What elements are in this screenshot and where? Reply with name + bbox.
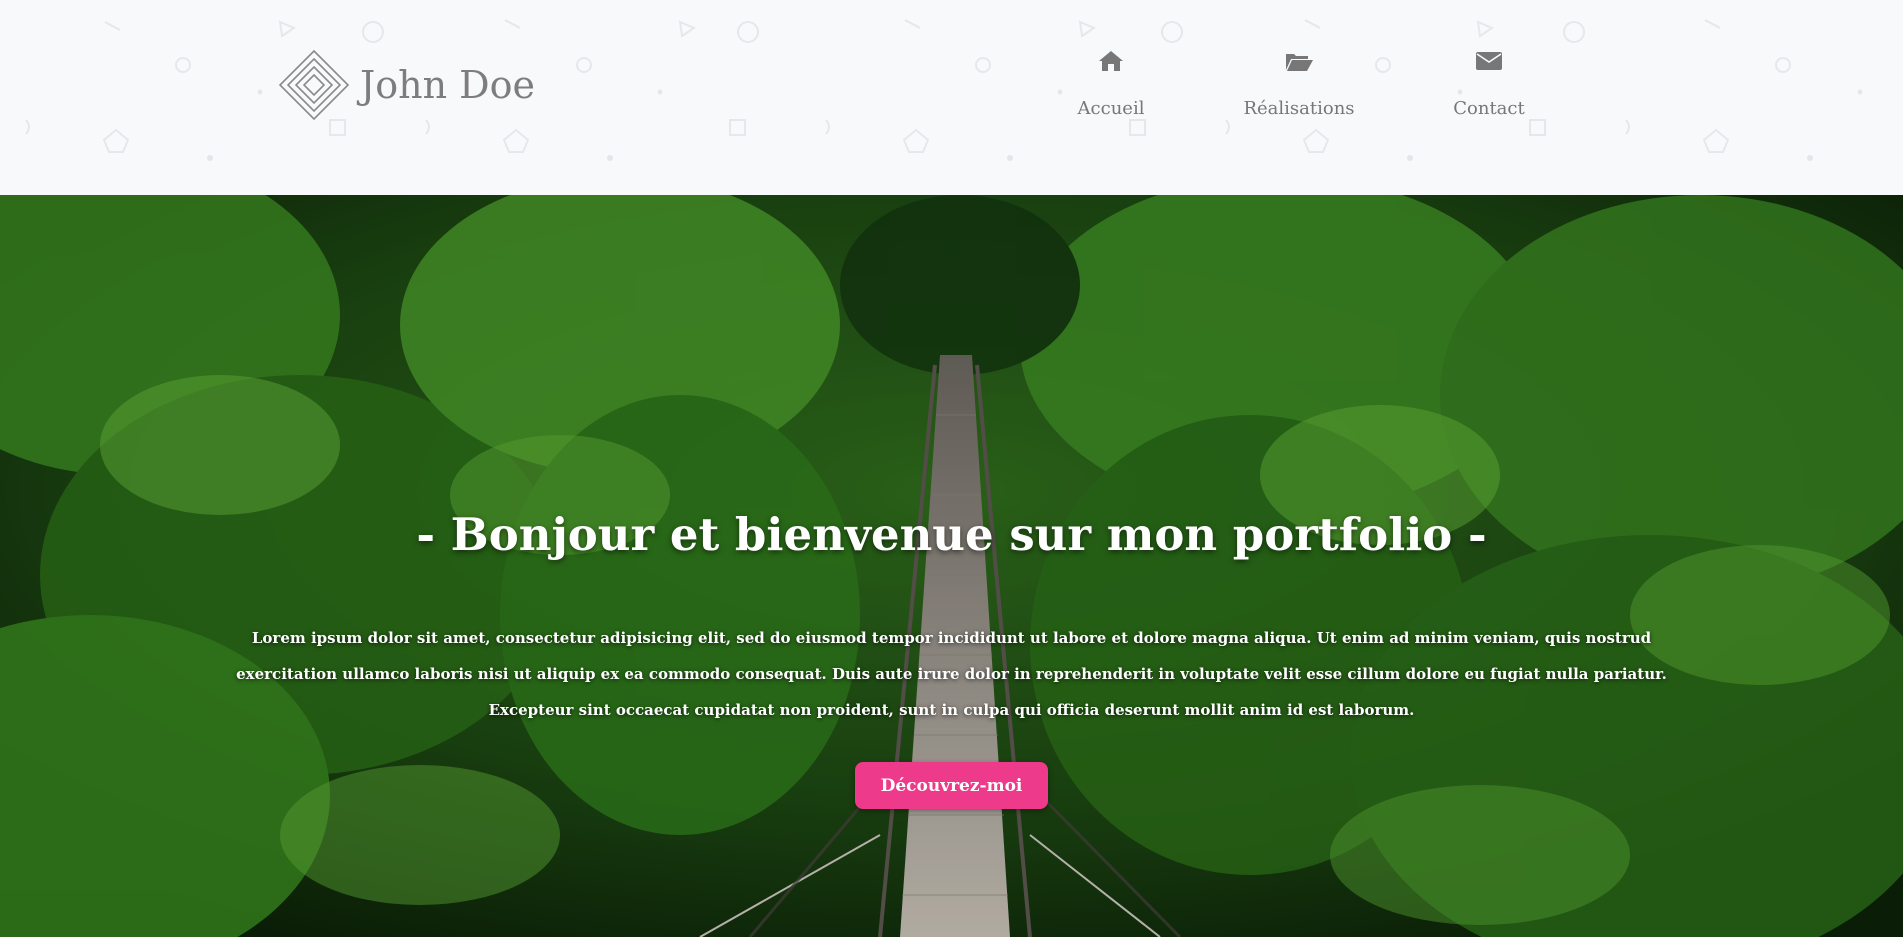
nav-item-contact[interactable]: Contact bbox=[1449, 46, 1529, 119]
nav-item-realisations[interactable]: Réalisations bbox=[1239, 46, 1359, 119]
hero-title: - Bonjour et bienvenue sur mon portfolio… bbox=[416, 508, 1487, 562]
nav-label-contact: Contact bbox=[1453, 98, 1525, 119]
nav-label-realisations: Réalisations bbox=[1243, 98, 1355, 119]
hero-section: - Bonjour et bienvenue sur mon portfolio… bbox=[0, 195, 1903, 937]
nested-diamond-logo-icon bbox=[278, 49, 350, 121]
discover-me-button[interactable]: Découvrez-moi bbox=[855, 762, 1048, 809]
hero-paragraph: Lorem ipsum dolor sit amet, consectetur … bbox=[236, 629, 1667, 719]
home-icon bbox=[1096, 46, 1126, 76]
brand[interactable]: John Doe bbox=[278, 48, 535, 122]
hero-background-image bbox=[0, 195, 1903, 937]
brand-name: John Doe bbox=[360, 63, 535, 107]
folder-open-icon bbox=[1284, 46, 1314, 76]
nav-item-accueil[interactable]: Accueil bbox=[1076, 46, 1146, 119]
nav-label-accueil: Accueil bbox=[1077, 98, 1145, 119]
site-header: John Doe Accueil Réalisations Contact bbox=[0, 0, 1903, 195]
envelope-icon bbox=[1474, 46, 1504, 76]
